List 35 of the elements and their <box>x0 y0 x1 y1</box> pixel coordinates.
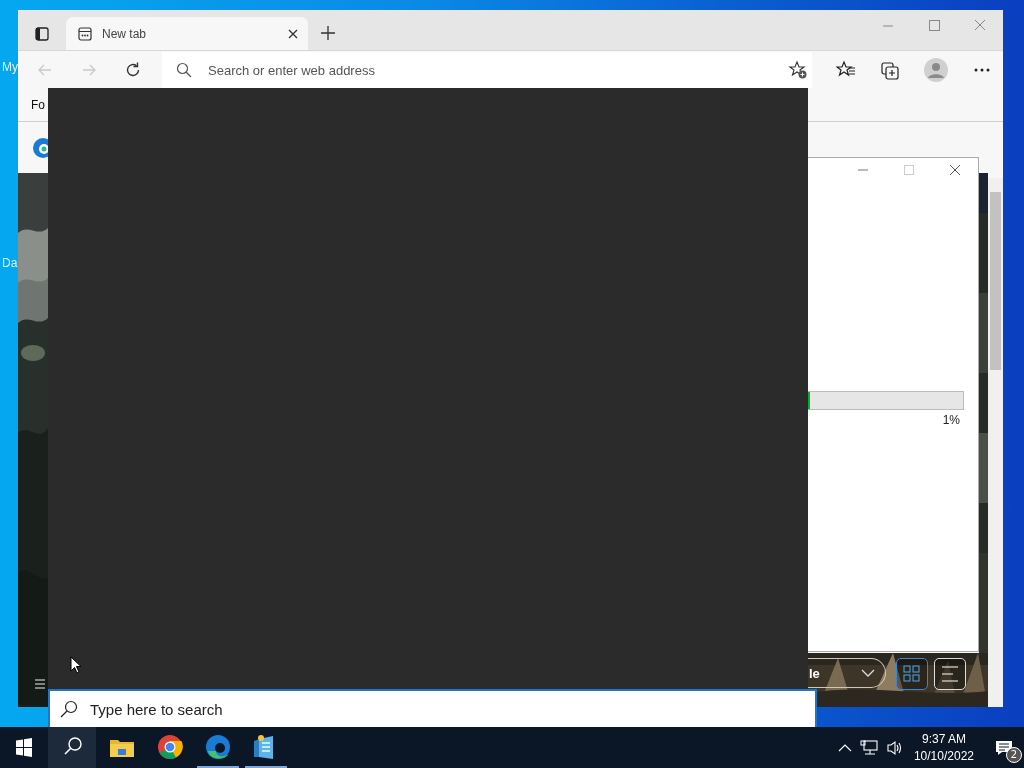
mouse-pointer-icon <box>70 656 82 674</box>
close-icon[interactable] <box>288 28 298 39</box>
search-icon <box>60 700 78 718</box>
clock-date[interactable]: 10/10/2022 <box>913 747 974 765</box>
search-field[interactable]: Type here to search <box>48 689 817 729</box>
new-tab-icon[interactable] <box>320 25 336 41</box>
grid-icon <box>903 665 921 683</box>
close-icon[interactable] <box>949 164 961 176</box>
list-view-button[interactable] <box>934 658 966 690</box>
search-input[interactable]: Type here to search <box>88 699 815 719</box>
favorites-item[interactable]: Fo <box>31 98 45 112</box>
address-bar[interactable]: Search or enter web address <box>162 52 812 88</box>
star-plus-icon[interactable] <box>788 60 808 80</box>
collections-icon[interactable] <box>880 60 900 80</box>
chevron-up-icon[interactable] <box>837 743 852 752</box>
refresh-icon[interactable] <box>124 61 142 79</box>
volume-icon[interactable] <box>885 739 904 756</box>
menu-icon[interactable] <box>35 679 45 689</box>
clock-time[interactable]: 9:37 AM <box>921 730 966 748</box>
chevron-down-icon <box>861 669 875 677</box>
search-icon[interactable] <box>48 727 96 768</box>
maximize-icon <box>903 164 915 176</box>
list-icon <box>941 665 959 683</box>
scrollbar[interactable] <box>988 178 1003 707</box>
notification-icon[interactable] <box>995 739 1013 756</box>
notification-count-badge: 2 <box>1006 747 1022 763</box>
network-icon[interactable] <box>859 739 878 756</box>
tab-page-icon <box>78 26 92 41</box>
grid-view-button[interactable] <box>896 658 928 690</box>
profile-avatar-icon[interactable] <box>924 58 948 82</box>
progress-percent: 1% <box>941 413 960 427</box>
search-icon <box>176 62 192 78</box>
address-input[interactable]: Search or enter web address <box>206 61 774 79</box>
tab-actions-icon[interactable] <box>35 27 49 41</box>
browser-tab[interactable]: New tab <box>66 17 308 50</box>
